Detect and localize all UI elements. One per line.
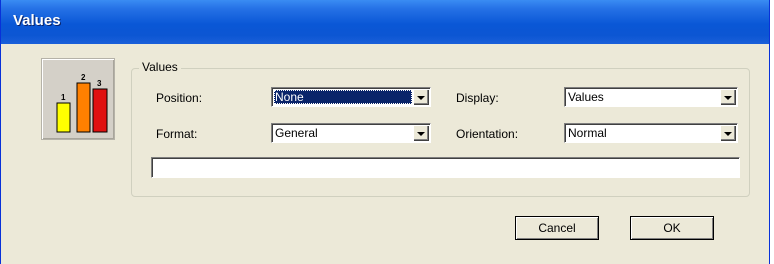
display-value: Values (568, 90, 604, 104)
bar-2-label: 2 (81, 73, 86, 82)
format-select[interactable]: General (271, 123, 431, 143)
bar-chart-graphic: 1 2 3 (56, 73, 108, 133)
value-text-field[interactable] (151, 157, 740, 178)
chevron-down-icon (724, 96, 732, 100)
position-value: None (274, 90, 412, 104)
position-dropdown-button[interactable] (413, 89, 429, 105)
format-dropdown-button[interactable] (413, 125, 429, 141)
orientation-select[interactable]: Normal (564, 123, 738, 143)
bar-3-label: 3 (97, 79, 102, 88)
display-select[interactable]: Values (564, 87, 738, 107)
orientation-label: Orientation: (456, 127, 519, 141)
display-label: Display: (456, 91, 499, 105)
format-label: Format: (156, 127, 198, 141)
bar-chart-icon: 1 2 3 (41, 58, 115, 140)
format-value: General (275, 126, 318, 140)
bar-2 (76, 82, 91, 133)
window-title: Values (13, 12, 61, 29)
chevron-down-icon (724, 132, 732, 136)
ok-button[interactable]: OK (630, 216, 714, 240)
bar-3 (92, 88, 108, 133)
orientation-value: Normal (568, 126, 607, 140)
title-bar[interactable]: Values (1, 0, 769, 44)
groupbox-legend: Values (139, 60, 181, 74)
orientation-dropdown-button[interactable] (720, 125, 736, 141)
position-select[interactable]: None (271, 87, 431, 107)
position-label: Position: (156, 91, 203, 105)
display-dropdown-button[interactable] (720, 89, 736, 105)
cancel-button[interactable]: Cancel (515, 216, 599, 240)
bar-1-label: 1 (61, 93, 66, 102)
bar-1 (56, 102, 71, 133)
chevron-down-icon (417, 96, 425, 100)
chevron-down-icon (417, 132, 425, 136)
values-dialog: Values 1 2 3 Values Position: None Displ… (0, 0, 770, 264)
